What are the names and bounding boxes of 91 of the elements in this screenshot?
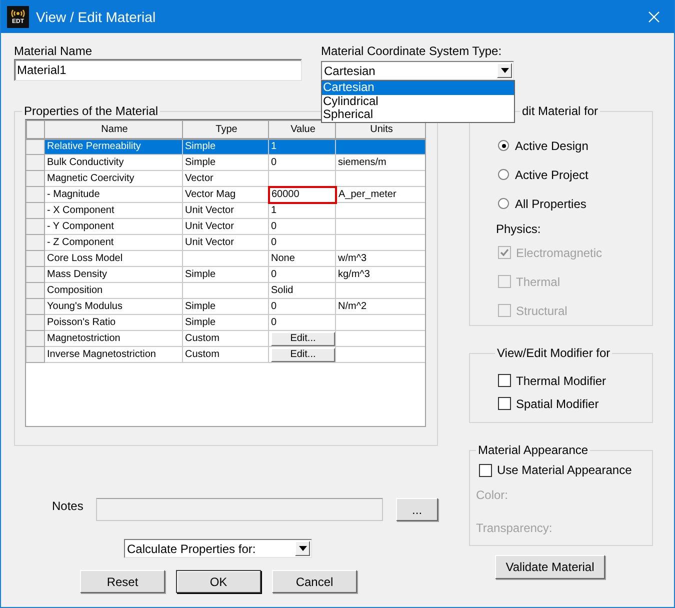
table-cell: Mass Density bbox=[44, 266, 182, 282]
table-cell: - Z Component bbox=[44, 234, 182, 250]
row-header[interactable] bbox=[26, 282, 44, 298]
row-header[interactable] bbox=[26, 346, 44, 362]
table-cell: Bulk Conductivity bbox=[44, 154, 182, 170]
table-cell: 0 bbox=[268, 154, 336, 170]
dropdown-option[interactable]: Cartesian bbox=[322, 81, 514, 94]
dialog-button[interactable]: Cancel bbox=[272, 570, 357, 593]
table-cell: Simple bbox=[182, 298, 268, 314]
header-cell bbox=[26, 120, 44, 138]
column-header[interactable]: Name bbox=[44, 120, 182, 138]
row-header[interactable] bbox=[26, 170, 44, 186]
group-title: dit Material for bbox=[521, 104, 600, 118]
radio-button[interactable] bbox=[498, 140, 509, 151]
table-cell: Simple bbox=[182, 266, 268, 282]
option-label[interactable]: Active Design bbox=[515, 138, 588, 152]
validate-button[interactable]: Validate Material bbox=[495, 555, 605, 579]
row-header[interactable] bbox=[26, 234, 44, 250]
table-cell: - X Component bbox=[44, 202, 182, 218]
dropdown-option[interactable]: Spherical bbox=[322, 108, 514, 122]
table-cell: 0 bbox=[268, 266, 336, 282]
row-header[interactable] bbox=[26, 266, 44, 282]
table-cell: Unit Vector bbox=[182, 202, 268, 218]
table-cell: 0 bbox=[268, 234, 336, 250]
table-cell: Poisson's Ratio bbox=[44, 314, 182, 330]
coordinate-dropdown[interactable]: Cartesian bbox=[321, 61, 514, 80]
group-title: Properties of the Material bbox=[23, 104, 160, 118]
table-cell: w/m^3 bbox=[336, 250, 425, 266]
edit-button[interactable]: Edit... bbox=[271, 348, 334, 362]
table-cell: Inverse Magnetostriction bbox=[44, 346, 182, 362]
row-header[interactable] bbox=[26, 298, 44, 314]
group-title: View/Edit Modifier for bbox=[496, 346, 612, 360]
radio-button[interactable] bbox=[498, 169, 509, 180]
table-cell: Simple bbox=[182, 314, 268, 330]
option-label[interactable]: Active Project bbox=[515, 168, 588, 182]
field-label: Material Name bbox=[14, 44, 94, 59]
close-icon[interactable] bbox=[648, 10, 660, 22]
row-header[interactable] bbox=[26, 314, 44, 330]
table-cell: - Y Component bbox=[44, 218, 182, 234]
row-header[interactable] bbox=[26, 186, 44, 202]
section-label: Physics: bbox=[496, 221, 542, 238]
name-field[interactable]: Material1 bbox=[14, 59, 302, 81]
edit-button[interactable]: Edit... bbox=[271, 332, 334, 346]
table-cell: Custom bbox=[182, 330, 268, 346]
option-label[interactable]: All Properties bbox=[515, 196, 586, 210]
table-cell: 1 bbox=[268, 202, 336, 218]
table-cell: kg/m^3 bbox=[336, 266, 425, 282]
table-cell: Core Loss Model bbox=[44, 250, 182, 266]
option-label[interactable]: Thermal Modifier bbox=[516, 374, 606, 388]
table-cell: 0 bbox=[268, 298, 336, 314]
checkbox[interactable] bbox=[498, 374, 511, 387]
table-cell: - Magnitude bbox=[44, 186, 182, 202]
calculate-dropdown[interactable]: Calculate Properties for: bbox=[124, 539, 312, 558]
table-cell: siemens/m bbox=[336, 154, 425, 170]
table-cell: Simple bbox=[182, 154, 268, 170]
table-cell: 0 bbox=[268, 314, 336, 330]
table-cell: N/m^2 bbox=[336, 298, 425, 314]
checkbox[interactable] bbox=[479, 464, 492, 476]
table-cell: 0 bbox=[268, 218, 336, 234]
row-header[interactable] bbox=[26, 154, 44, 170]
table-cell: Young's Modulus bbox=[44, 298, 182, 314]
dialog-button[interactable]: OK bbox=[176, 570, 261, 593]
table-cell: Unit Vector bbox=[182, 218, 268, 234]
row-header[interactable] bbox=[26, 202, 44, 218]
dropdown-option[interactable]: Cylindrical bbox=[322, 94, 514, 108]
row-header[interactable] bbox=[26, 218, 44, 234]
column-header[interactable]: Type bbox=[182, 120, 268, 138]
table-cell: Unit Vector bbox=[182, 234, 268, 250]
radio-button[interactable] bbox=[498, 198, 509, 209]
group-title: Material Appearance bbox=[477, 443, 590, 457]
table-cell: Solid bbox=[268, 282, 336, 298]
option-label[interactable]: Spatial Modifier bbox=[516, 396, 599, 410]
table-cell: Custom bbox=[182, 346, 268, 362]
dialog-button[interactable]: Reset bbox=[80, 570, 165, 593]
table-cell: 60000 bbox=[268, 186, 336, 202]
field-label: Notes bbox=[52, 499, 84, 513]
field-label: Transparency: bbox=[476, 520, 554, 537]
checkbox[interactable] bbox=[498, 397, 511, 410]
table-cell: None bbox=[268, 250, 336, 266]
table-cell: Magnetic Coercivity bbox=[44, 170, 182, 186]
field-label: Material Coordinate System Type: bbox=[321, 44, 503, 59]
table-cell: Magnetostriction bbox=[44, 330, 182, 346]
row-header[interactable] bbox=[26, 250, 44, 266]
row-header[interactable] bbox=[26, 330, 44, 346]
option-label[interactable]: Use Material Appearance bbox=[497, 463, 632, 477]
waves-icon bbox=[9, 8, 27, 18]
table-cell: Vector bbox=[182, 170, 268, 186]
window-title: View / Edit Material bbox=[36, 8, 157, 24]
field-label: Color: bbox=[476, 487, 510, 504]
column-header[interactable]: Value bbox=[268, 120, 336, 138]
table-cell: Composition bbox=[44, 282, 182, 298]
